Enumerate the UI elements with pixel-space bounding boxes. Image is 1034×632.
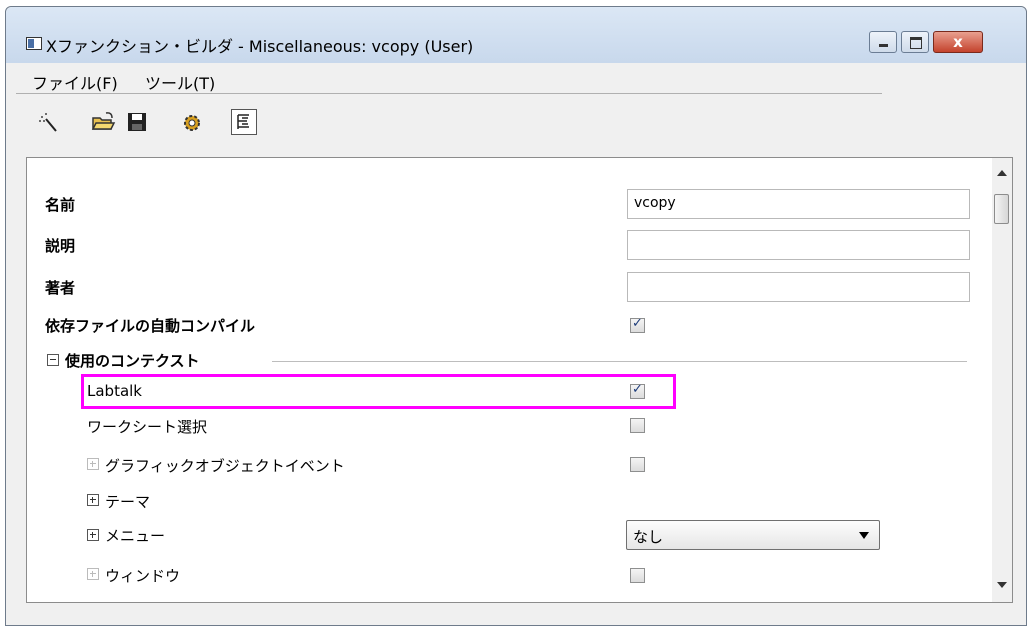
menu-bar: ファイル(F) ツール(T) <box>16 65 882 94</box>
graphic-event-label: グラフィックオブジェクトイベント <box>105 457 345 475</box>
menu-tools[interactable]: ツール(T) <box>145 70 215 94</box>
property-row-theme: テーマ <box>27 486 987 516</box>
expand-icon[interactable] <box>87 494 99 506</box>
property-row-auto-compile: 依存ファイルの自動コンパイル <box>27 310 987 340</box>
maximize-button[interactable] <box>901 31 929 53</box>
minimize-button[interactable] <box>869 31 897 53</box>
property-row-author: 著者 <box>27 272 987 302</box>
property-row-description: 説明 <box>27 230 987 260</box>
worksheet-label: ワークシート選択 <box>87 418 208 436</box>
scroll-down-icon[interactable] <box>997 582 1007 588</box>
graphic-event-checkbox[interactable] <box>630 457 645 472</box>
tree-view-icon[interactable] <box>231 109 257 135</box>
title-bar[interactable]: Xファンクション・ビルダ - Miscellaneous: vcopy (Use… <box>6 7 1026 63</box>
property-row-worksheet: ワークシート選択 <box>27 411 987 441</box>
labtalk-highlight-box <box>81 374 676 409</box>
name-label: 名前 <box>45 196 76 214</box>
toolbar <box>16 103 416 143</box>
expand-icon[interactable] <box>87 529 99 541</box>
description-input[interactable] <box>627 230 970 260</box>
wand-icon[interactable] <box>36 109 62 135</box>
compile-gear-icon[interactable] <box>179 109 205 135</box>
app-icon <box>26 37 42 50</box>
auto-compile-label: 依存ファイルの自動コンパイル <box>45 317 256 335</box>
property-grid: 名前 vcopy 説明 著者 依存ファイルの自動コンパイル 使用のコンテクスト … <box>26 157 1013 603</box>
context-section-label: 使用のコンテクスト <box>65 352 200 370</box>
section-divider <box>272 361 967 362</box>
collapse-icon[interactable] <box>47 354 59 366</box>
expand-icon[interactable] <box>87 568 99 580</box>
property-row-graphic-event: グラフィックオブジェクトイベント <box>27 450 987 480</box>
window-title: Xファンクション・ビルダ - Miscellaneous: vcopy (Use… <box>46 37 474 56</box>
name-input[interactable]: vcopy <box>627 189 970 219</box>
close-button[interactable]: x <box>933 31 983 53</box>
menu-label: メニュー <box>105 527 166 545</box>
property-row-menu: メニュー なし <box>27 520 987 550</box>
menu-dropdown-value: なし <box>633 528 664 546</box>
open-folder-icon[interactable] <box>90 109 116 135</box>
auto-compile-checkbox[interactable] <box>630 316 645 333</box>
vertical-scrollbar[interactable] <box>992 158 1012 602</box>
author-input[interactable] <box>627 272 970 302</box>
menu-dropdown[interactable]: なし <box>626 520 880 550</box>
scroll-thumb[interactable] <box>994 194 1009 224</box>
window-checkbox[interactable] <box>630 568 645 583</box>
worksheet-checkbox[interactable] <box>630 418 645 433</box>
expand-icon[interactable] <box>87 458 99 470</box>
description-label: 説明 <box>45 237 76 255</box>
window-label: ウィンドウ <box>105 567 181 585</box>
context-section-header: 使用のコンテクスト <box>27 345 987 375</box>
theme-label: テーマ <box>105 493 151 511</box>
xfunction-builder-window: Xファンクション・ビルダ - Miscellaneous: vcopy (Use… <box>5 6 1027 626</box>
property-row-window: ウィンドウ <box>27 560 987 590</box>
chevron-down-icon <box>859 532 869 539</box>
author-label: 著者 <box>45 279 76 297</box>
save-icon[interactable] <box>124 109 150 135</box>
scroll-up-icon[interactable] <box>997 170 1007 176</box>
property-row-name: 名前 vcopy <box>27 189 987 219</box>
close-icon: x <box>953 33 963 51</box>
menu-file[interactable]: ファイル(F) <box>32 70 118 94</box>
